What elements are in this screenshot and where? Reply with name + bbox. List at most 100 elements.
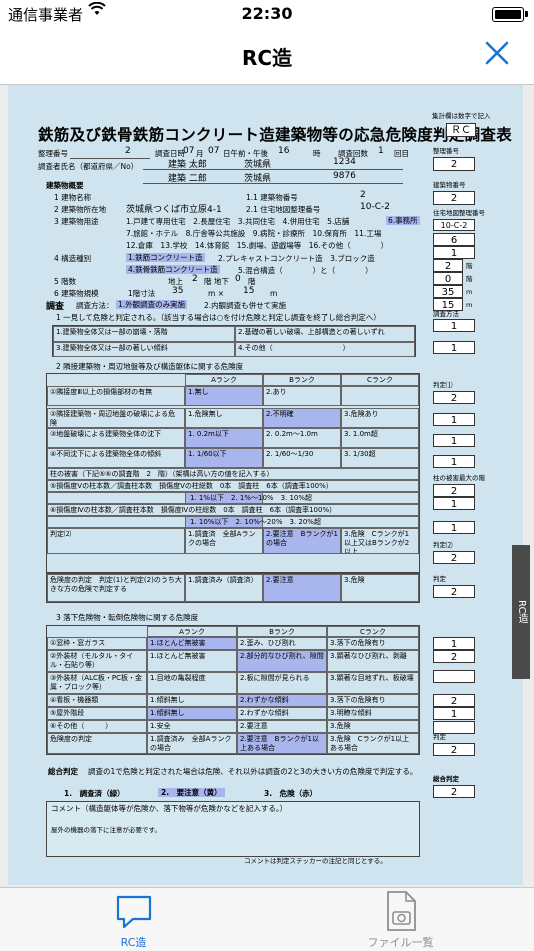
inspector1-no: 1234 — [333, 157, 356, 167]
form-title: 鉄筋及び鉄骨鉄筋コンクリート造建築物等の応急危険度判定調査表 — [38, 126, 513, 144]
rc-bno-value: 2 — [433, 191, 475, 205]
month-value: 07 — [183, 146, 195, 156]
method-selected: 1.外観調査のみ実施 — [116, 300, 188, 309]
close-button[interactable] — [482, 38, 512, 68]
bld-no-value: 2 — [360, 190, 366, 200]
comment-footer: コメントは判定ステッカーの注記と同じとする。 — [244, 857, 387, 865]
size-width: 35 — [172, 286, 184, 296]
fj-label: 危険度の判定 — [47, 733, 147, 754]
judge-2-c: 3.危険 Cランクが1以上又はBランクが2以上 — [341, 528, 419, 554]
map-no-value: 10-C-2 — [360, 202, 390, 212]
f1-a: 1.ほとんど無被害 — [147, 637, 237, 650]
navigation-bar: RC造 — [0, 28, 534, 85]
rc-method-label: 調査方法 — [433, 310, 459, 318]
rc-floors-above: 2 — [433, 259, 463, 272]
tab-rc-label: RC造 — [120, 936, 147, 949]
rc-j1-value: 2 — [433, 391, 475, 404]
rc-structure-value: 1 — [433, 246, 475, 259]
comment-label: コメント（構造躯体等が危険か、落下物等が危険かなどを記入する。） — [51, 804, 288, 813]
f1-label: ①窓枠・窓ガラス — [47, 637, 147, 650]
bld-use-options-2: 7.旅館・ホテル 8.庁舎等公共施設 9.病院・診療所 10.保育所 11.工場 — [126, 229, 382, 238]
s2-row-1-c — [341, 386, 419, 406]
floors-label: 5 階数 — [54, 277, 77, 286]
f3-label: ③外装材（ALC板・PC板・金属・ブロック等） — [47, 672, 147, 694]
floors-above-unit: 階 地下 — [204, 277, 229, 286]
battery-icon — [492, 7, 528, 22]
rc-code: ＲＣ — [446, 123, 476, 137]
side-tab-rc[interactable]: RC造 — [512, 545, 530, 679]
bld-address-label: 2 建築物所在地 — [54, 205, 107, 214]
rc-f5: 1 — [433, 707, 475, 720]
floors-below-value: 0 — [235, 274, 241, 284]
rc-fj-value: 2 — [433, 743, 475, 756]
count-value: 1 — [378, 146, 384, 156]
section-2-grid: Aランク Bランク Cランク ①隣接度Ⅲ以上の損傷部材の有無 1.無し 2.あり… — [46, 373, 420, 573]
rank-b-header: Bランク — [263, 374, 341, 386]
s3-rank-b: Bランク — [237, 626, 327, 637]
bld-use-label: 3 建築物用途 — [54, 217, 99, 226]
f5-b: 2.わずかな傾斜 — [237, 707, 327, 720]
comment-text: 屋外の機器の落下に注意が必要です。 — [51, 826, 161, 834]
f6-c: 3.危険 — [327, 720, 419, 733]
s2-row-1-label: ①隣接度Ⅲ以上の損傷部材の有無 — [47, 386, 185, 406]
hour-unit: 時 — [313, 149, 321, 158]
bld-address-value: 茨城県つくば市立原4-1 — [126, 205, 222, 215]
tally-note: 集計欄は数字で記入 — [432, 112, 491, 120]
f6-b: 2.要注意 — [237, 720, 327, 733]
rc-v5: 1 — [433, 497, 475, 510]
rc-method-value: 1 — [433, 319, 475, 332]
document-viewer[interactable]: 鉄筋及び鉄骨鉄筋コンクリート造建築物等の応急危険度判定調査表 集計欄は数字で記入… — [0, 85, 534, 887]
rc-width-unit: m — [466, 288, 473, 296]
rank-a-header: Aランク — [185, 374, 263, 386]
fj-c: 3.危険 Cランクが1以上ある場合 — [327, 733, 419, 754]
section-1-grid: 1.建築物全体又は一部の崩壊・落階 2.基礎の著しい破壊、上部構造との著しいずれ… — [52, 325, 416, 357]
page-title: RC造 — [241, 46, 293, 70]
tab-rc[interactable]: RC造 — [0, 888, 267, 951]
day-value: 07 — [208, 146, 220, 156]
structure-options-2: 5.混合構造（ ）と（ ） — [238, 266, 373, 275]
floors-above-value: 2 — [192, 274, 198, 284]
rc-map-label: 住宅地図整理番号 — [433, 209, 485, 217]
structure-selected-2: 4.鉄骨鉄筋コンクリート造 — [126, 265, 220, 274]
s1-item-1: 1.建築物全体又は一部の崩壊・落階 — [53, 326, 235, 342]
rc-j2-label: 判定⑵ — [433, 541, 453, 549]
structure-selected-1: 1.鉄筋コンクリート造 — [126, 253, 205, 262]
tab-bar: RC造 ファイル一覧 — [0, 887, 534, 951]
danger-label: 危険度の判定 判定(1)と判定(2)のうち大きな方の危険で判定する — [47, 574, 185, 602]
s2-row-3-b: 2. 0.2m～1.0m — [263, 428, 341, 448]
fj-a: 1.調査済み 全部Aランクの場合 — [147, 733, 237, 754]
rc-judge-value: 2 — [433, 585, 475, 598]
size-text: 1階寸法 — [128, 289, 156, 298]
rc-j1-label: 判定⑴ — [433, 381, 453, 389]
map-no-label: 2.1 住宅地図整理番号 — [246, 205, 321, 214]
s2-row-4-a: 1. 1/60以下 — [185, 448, 263, 468]
danger-judgement: 危険度の判定 判定(1)と判定(2)のうち大きな方の危険で判定する 1.調査済み… — [46, 573, 420, 603]
f4-a: 1.傾斜無し — [147, 694, 237, 707]
s2-row-2-label: ②隣接建築物・周辺地盤の破壊による危険 — [47, 408, 185, 428]
inspector2-no: 9876 — [333, 171, 356, 181]
tab-file-list[interactable]: ファイル一覧 — [267, 888, 534, 951]
overall-opt-2: 2. 要注意（黄） — [158, 788, 225, 797]
rc-f1: 1 — [433, 637, 475, 650]
rc-seiri-label: 整理番号 — [433, 147, 459, 155]
rc-overall-value: 2 — [433, 785, 475, 798]
bld-no-label: 1.1 建築物番号 — [246, 193, 298, 202]
rc-j2-value: 2 — [433, 551, 475, 564]
floors-below-unit: 階 — [248, 277, 256, 286]
rc-pillar-label: 柱の被害最大の階 — [433, 474, 485, 482]
building-section: 建築物概要 — [46, 181, 84, 190]
hour-value: 16 — [278, 146, 290, 156]
rc-floors-below-unit: 階 — [466, 275, 473, 283]
s2-row-3-c: 3. 1.0m超 — [341, 428, 419, 448]
f2-b: 2.部分的なひび割れ、隙間 — [237, 650, 327, 672]
f2-label: ②外装材（モルタル・タイル・石貼り等） — [47, 650, 147, 672]
rc-use-value: 6 — [433, 233, 475, 246]
seiri-label: 整理番号 — [38, 149, 68, 158]
s2-row-3-a: 1. 0.2m以下 — [185, 428, 263, 448]
s1-item-2: 2.基礎の著しい破壊、上部構造との著しいずれ — [235, 326, 415, 342]
rc-pillar-value: 2 — [433, 484, 475, 497]
document-camera-icon — [387, 891, 416, 931]
f6-a: 1.安全 — [147, 720, 237, 733]
f2-a: 1.ほとんど無被害 — [147, 650, 237, 672]
f4-b: 2.わずかな傾斜 — [237, 694, 327, 707]
